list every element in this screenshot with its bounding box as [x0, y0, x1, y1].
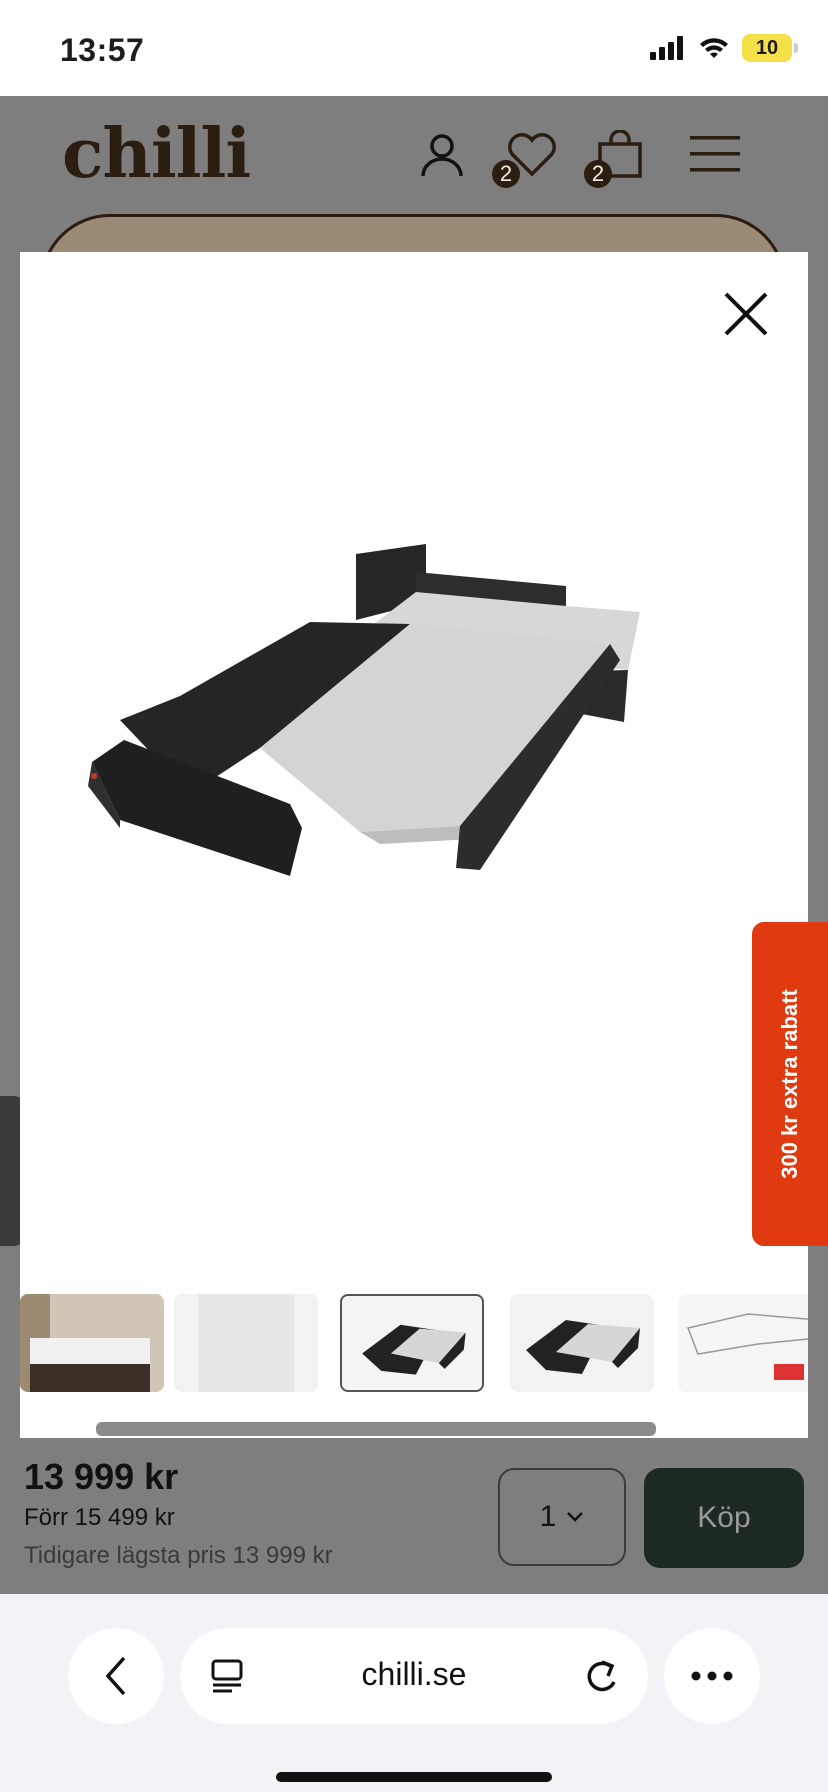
price-bar: 13 999 kr Förr 15 499 kr Tidigare lägsta…: [0, 1422, 828, 1594]
url-text: chilli.se: [361, 1656, 467, 1692]
chevron-down-icon: [567, 1512, 584, 1522]
thumbnail-living-room[interactable]: [20, 1294, 164, 1392]
thumbnail-image: [174, 1294, 318, 1392]
cart-count-badge: 2: [584, 160, 612, 188]
thumbnail-fabric[interactable]: [174, 1294, 318, 1392]
cellular-signal-icon: [650, 36, 683, 60]
quantity-select[interactable]: 1: [498, 1468, 626, 1566]
thumbnail-image: [678, 1294, 808, 1392]
site-header: chilli 2 2: [0, 96, 828, 216]
thumbnail-sofa-bed-2[interactable]: [510, 1294, 654, 1392]
chilli-logo[interactable]: chilli: [62, 114, 251, 194]
thumbnail-image: [526, 1320, 640, 1374]
status-icons: 10: [650, 34, 798, 62]
status-time: 13:57: [60, 32, 145, 68]
lowest-price-note: Tidigare lägsta pris 13 999 kr: [24, 1542, 333, 1569]
previous-price: Förr 15 499 kr: [24, 1504, 175, 1531]
reload-icon[interactable]: [584, 1656, 622, 1696]
thumbnail-image: [362, 1324, 466, 1375]
image-gallery-modal: [20, 252, 808, 1438]
home-indicator[interactable]: [276, 1772, 552, 1782]
back-button[interactable]: [68, 1628, 164, 1724]
thumbnail-strip: [20, 1294, 808, 1398]
product-price: 13 999 kr: [24, 1456, 179, 1497]
battery-level: 10: [755, 36, 779, 59]
more-button[interactable]: [664, 1628, 760, 1724]
browser-toolbar: chilli.se: [0, 1594, 828, 1792]
wishlist-count-badge: 2: [492, 160, 520, 188]
menu-hamburger-icon[interactable]: [690, 134, 740, 174]
thumbnail-image: [20, 1294, 164, 1392]
extra-discount-label: 300 kr extra rabatt: [777, 989, 802, 1179]
wifi-icon: [700, 38, 728, 58]
status-bar: 13:57 10: [0, 0, 828, 96]
cut-off-product-title: [96, 1422, 656, 1436]
back-chevron-icon: [105, 1656, 126, 1696]
buy-button[interactable]: Köp: [644, 1468, 804, 1568]
more-dots-icon: [691, 1671, 733, 1681]
account-icon[interactable]: [420, 132, 464, 178]
thumbnail-sofa-bed-1[interactable]: [340, 1294, 484, 1392]
extra-discount-tab[interactable]: 300 kr extra rabatt: [752, 922, 828, 1246]
quantity-value: 1: [539, 1500, 557, 1533]
thumbnail-dimensions[interactable]: [678, 1294, 808, 1392]
address-bar[interactable]: chilli.se: [180, 1628, 648, 1724]
battery-icon: 10: [742, 34, 798, 62]
close-icon[interactable]: [720, 288, 772, 340]
main-product-image: [88, 544, 640, 876]
